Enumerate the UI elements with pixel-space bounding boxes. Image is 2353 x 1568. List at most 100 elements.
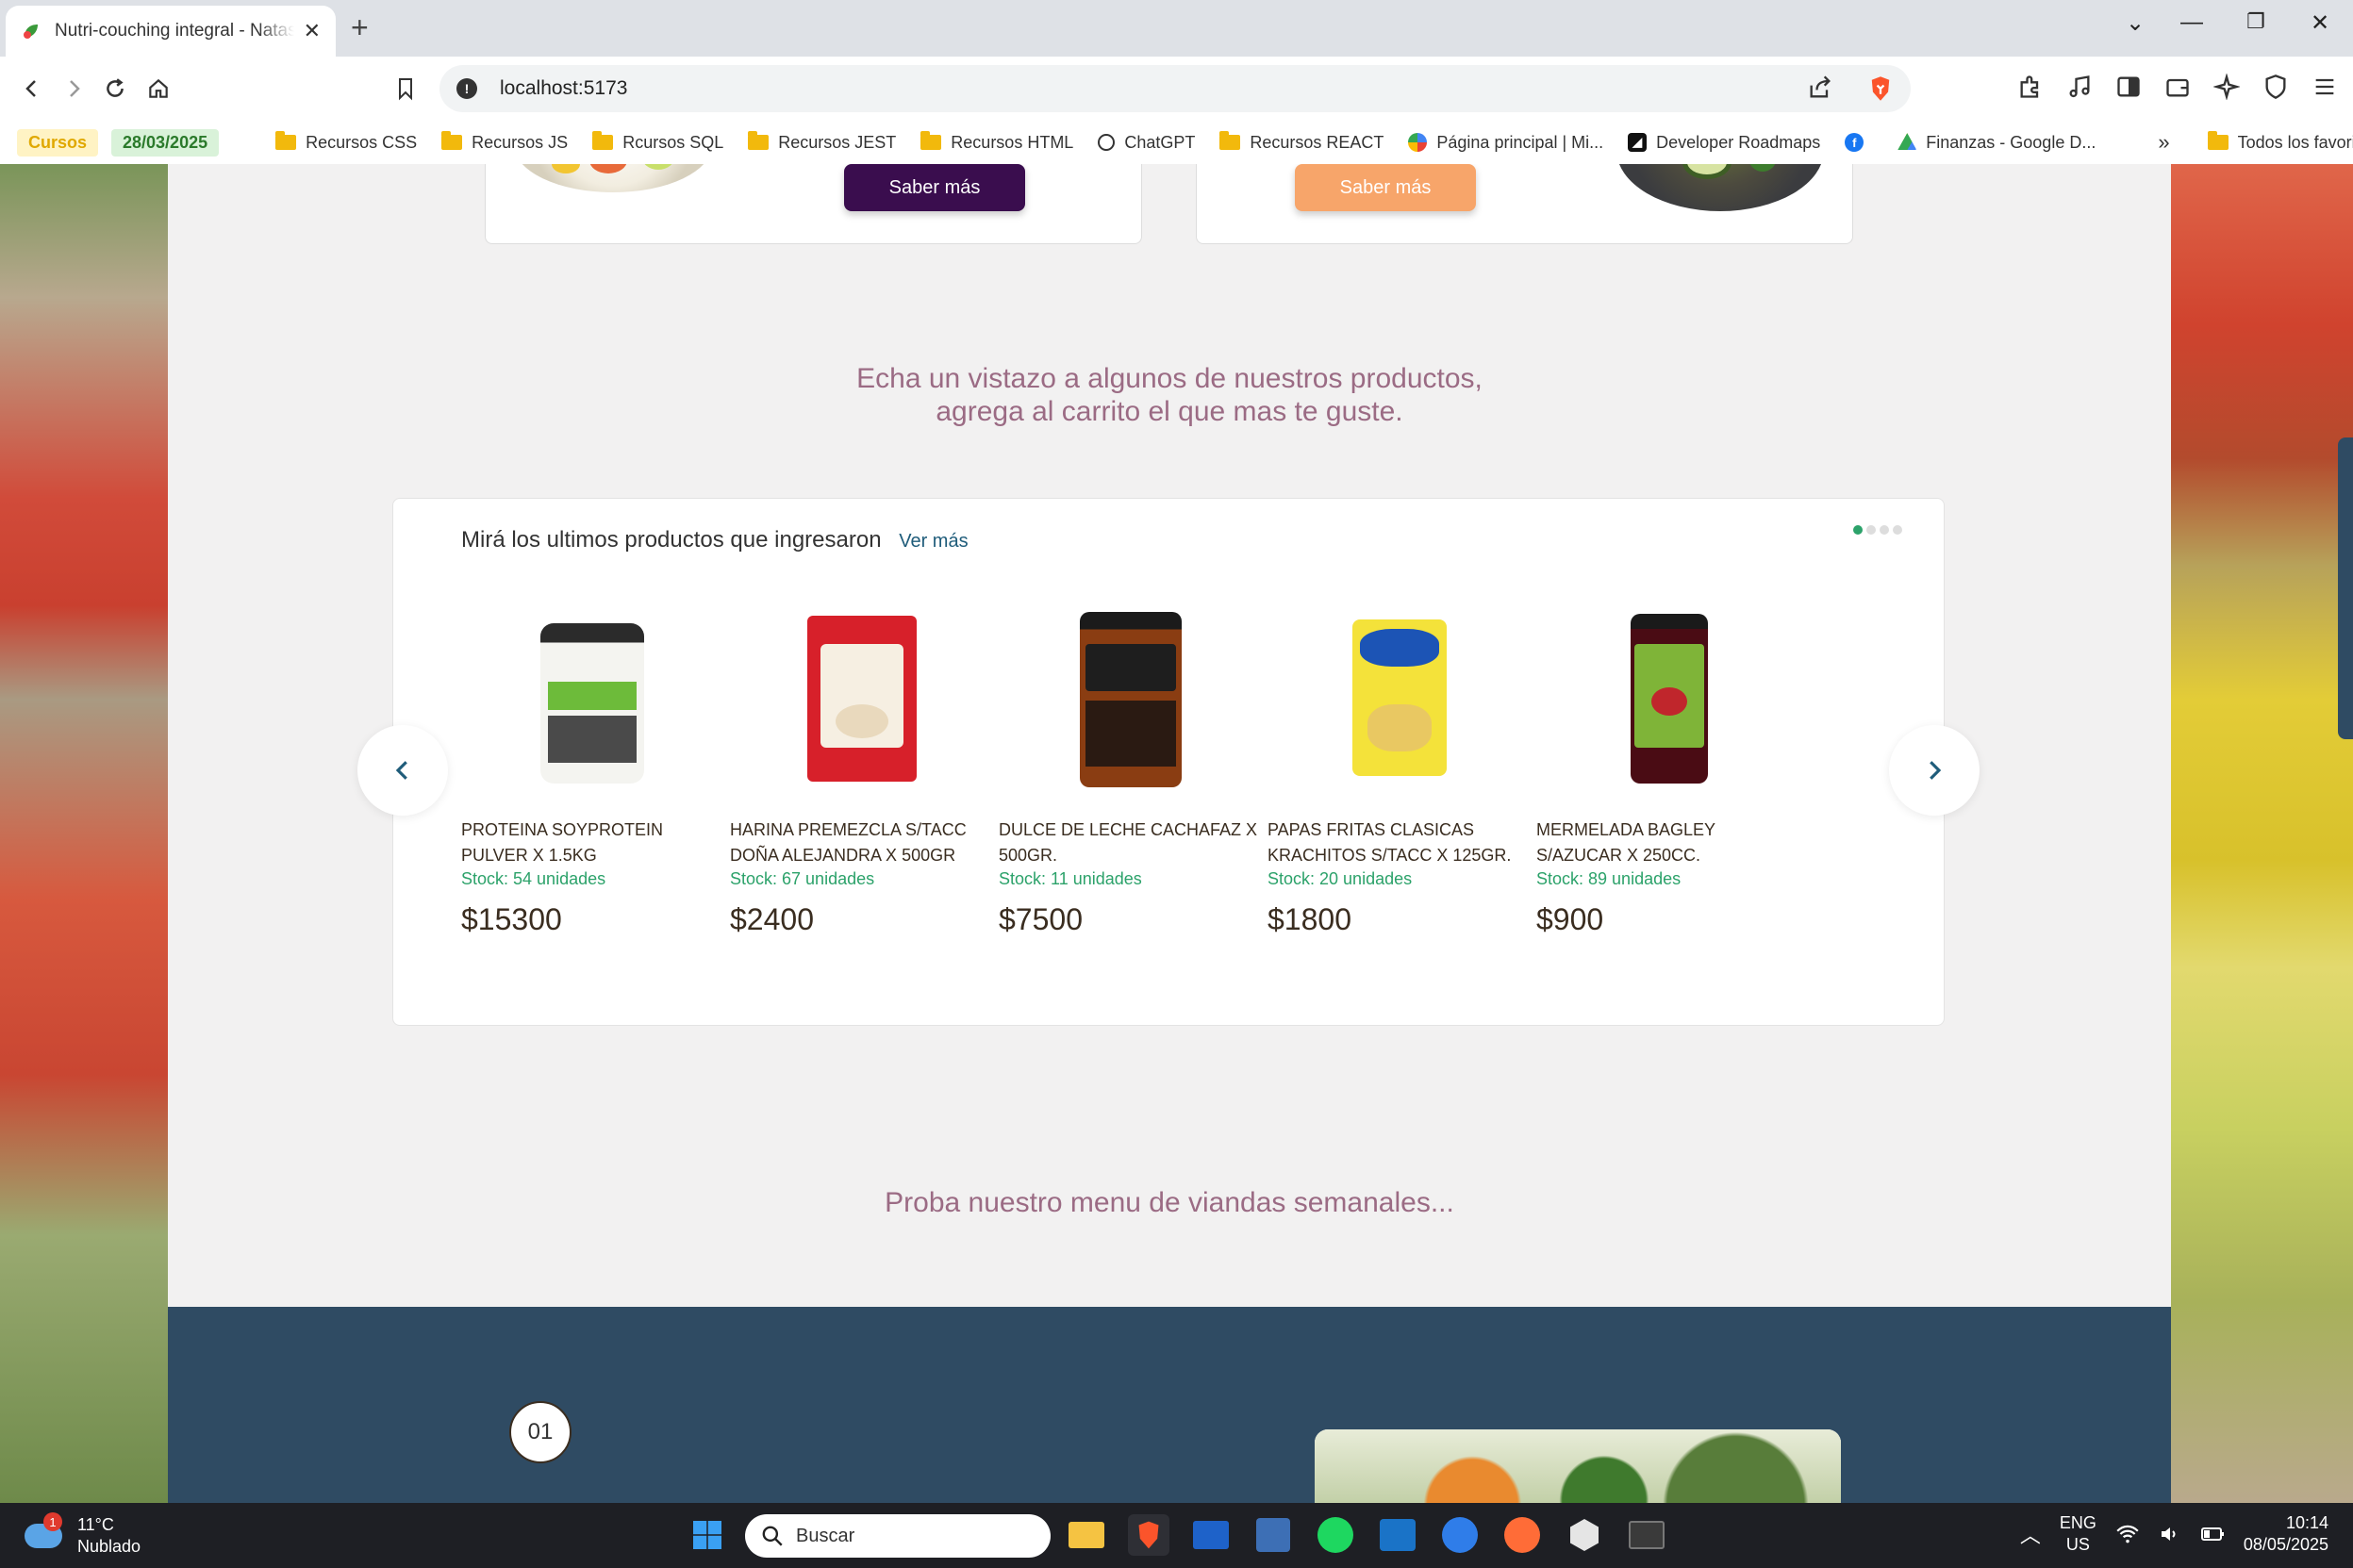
minimize-button[interactable]: — (2173, 9, 2211, 36)
reload-button[interactable] (96, 70, 134, 107)
scrollbar-thumb[interactable] (2338, 437, 2353, 739)
bookmark-page-button[interactable] (387, 70, 424, 107)
bookmark-recursos-sql[interactable]: Rcursos SQL (592, 131, 724, 153)
clock[interactable]: 10:14 08/05/2025 (2244, 1512, 2328, 1556)
product-card[interactable]: MERMELADA BAGLEY S/AZUCAR X 250CC. Stock… (1536, 606, 1805, 937)
weather-temperature: 11°C (77, 1515, 114, 1534)
bookmark-developer-roadmaps[interactable]: ◢ Developer Roadmaps (1628, 133, 1820, 153)
bookmark-chip-cursos[interactable]: Cursos (17, 128, 99, 157)
facebook-icon: f (1845, 133, 1864, 152)
brave-shield-icon[interactable] (1867, 74, 1894, 103)
saber-mas-button-left[interactable]: Saber más (844, 164, 1025, 211)
page-viewport: Saber más Saber más Echa un vistazo a al… (0, 164, 2353, 1503)
brave-browser-icon[interactable] (1128, 1514, 1169, 1556)
product-name: PAPAS FRITAS CLASICAS KRACHITOS S/TACC X… (1268, 820, 1512, 865)
restore-button[interactable]: ❐ (2237, 9, 2275, 34)
wallet-icon[interactable] (2162, 72, 2193, 102)
tab-search-chevron-icon[interactable]: ⌄ (2116, 9, 2154, 37)
site-info-icon[interactable]: ! (456, 78, 477, 99)
bookmark-label: Recursos REACT (1250, 132, 1384, 152)
share-icon[interactable] (1807, 74, 1833, 101)
menu-icon[interactable] (2310, 72, 2340, 102)
folder-icon (920, 131, 942, 150)
carousel-dot[interactable] (1866, 525, 1876, 535)
language-indicator[interactable]: ENG US (2060, 1512, 2096, 1556)
back-button[interactable] (13, 70, 51, 107)
sidebar-icon[interactable] (2113, 72, 2144, 102)
product-card[interactable]: PROTEINA SOYPROTEIN PULVER X 1.5KG Stock… (461, 606, 730, 937)
bookmark-recursos-html[interactable]: Recursos HTML (920, 131, 1073, 153)
bookmark-facebook[interactable]: f (1845, 133, 1873, 152)
url-text: localhost:5173 (500, 77, 628, 99)
bookmark-label: Todos los favoritos (2237, 132, 2353, 152)
wifi-icon[interactable] (2115, 1524, 2140, 1544)
folder-icon (275, 131, 297, 150)
system-tray: ︿ ENG US 10:14 08/05/2025 (2020, 1512, 2328, 1556)
battery-icon[interactable] (2200, 1525, 2225, 1543)
extensions-icon[interactable] (2015, 72, 2046, 102)
app-store-icon[interactable] (1439, 1514, 1481, 1556)
outlook-icon[interactable] (1377, 1514, 1418, 1556)
bookmark-recursos-react[interactable]: Recursos REACT (1219, 131, 1384, 153)
bookmark-chatgpt[interactable]: ChatGPT (1098, 133, 1195, 153)
product-price: $2400 (730, 902, 814, 936)
bookmarks-overflow-icon[interactable]: » (2158, 130, 2169, 155)
file-explorer-icon[interactable] (1066, 1514, 1107, 1556)
leo-ai-icon[interactable] (2212, 72, 2242, 102)
folder-icon (748, 131, 770, 150)
home-button[interactable] (140, 70, 177, 107)
product-name: HARINA PREMEZCLA S/TACC DOÑA ALEJANDRA X… (730, 820, 967, 865)
carousel-prev-button[interactable] (357, 725, 448, 816)
language-code: ENG (2059, 1513, 2096, 1532)
forward-button[interactable] (55, 70, 92, 107)
carousel-dot[interactable] (1853, 525, 1863, 535)
saber-mas-button-right[interactable]: Saber más (1295, 164, 1476, 211)
carousel-dot[interactable] (1893, 525, 1902, 535)
arrow-right-icon (70, 80, 80, 97)
clock-time: 10:14 (2285, 1513, 2328, 1532)
carousel-dot[interactable] (1880, 525, 1889, 535)
folder-icon (592, 131, 614, 150)
bookmark-recursos-css[interactable]: Recursos CSS (275, 131, 417, 153)
ver-mas-link[interactable]: Ver más (899, 531, 968, 552)
bookmark-finanzas[interactable]: Finanzas - Google D... (1897, 133, 2096, 153)
taskbar-search[interactable]: Buscar (745, 1514, 1051, 1558)
address-bar[interactable]: ! localhost:5173 (439, 65, 1911, 112)
vianda-image-card[interactable] (1315, 1429, 1841, 1503)
new-tab-button[interactable]: + (351, 11, 369, 43)
vscode-icon[interactable] (1252, 1514, 1294, 1556)
carousel-pagination (1853, 525, 1902, 535)
media-icon[interactable] (2064, 72, 2095, 102)
terminal-icon[interactable] (1626, 1514, 1667, 1556)
postman-icon[interactable] (1501, 1514, 1543, 1556)
close-window-button[interactable]: ✕ (2301, 9, 2339, 37)
bookmark-label: Rcursos SQL (622, 132, 724, 152)
windows-start-icon[interactable] (687, 1514, 728, 1556)
app-cube-icon[interactable] (1564, 1514, 1605, 1556)
bookmark-todos-los-favoritos[interactable]: Todos los favoritos (2207, 131, 2353, 153)
product-name: DULCE DE LECHE CACHAFAZ X 500GR. (999, 820, 1258, 865)
search-icon (762, 1526, 783, 1546)
product-card[interactable]: PAPAS FRITAS CLASICAS KRACHITOS S/TACC X… (1268, 606, 1536, 937)
volume-icon[interactable] (2159, 1524, 2181, 1544)
chevron-up-icon[interactable]: ︿ (2020, 1519, 2041, 1549)
product-card[interactable]: HARINA PREMEZCLA S/TACC DOÑA ALEJANDRA X… (730, 606, 999, 937)
vpn-shield-icon[interactable] (2261, 72, 2291, 102)
carousel-next-button[interactable] (1889, 725, 1980, 816)
browser-tab[interactable]: Nutri-couching integral - Natas ✕ (6, 6, 336, 57)
tab-close-icon[interactable]: ✕ (304, 19, 321, 43)
reload-icon (107, 78, 124, 97)
bookmark-recursos-jest[interactable]: Recursos JEST (748, 131, 896, 153)
bookmark-pagina-principal[interactable]: Página principal | Mi... (1408, 133, 1603, 153)
product-card[interactable]: DULCE DE LECHE CACHAFAZ X 500GR. Stock: … (999, 606, 1268, 937)
weather-widget[interactable]: 1 11°C Nublado (25, 1512, 141, 1558)
products-heading: Echa un vistazo a algunos de nuestros pr… (168, 362, 2171, 428)
spotify-icon[interactable] (1315, 1514, 1356, 1556)
products-heading-line1: Echa un vistazo a algunos de nuestros pr… (856, 363, 1483, 394)
bookmark-recursos-js[interactable]: Recursos JS (441, 131, 568, 153)
bookmark-chip-date[interactable]: 28/03/2025 (111, 128, 220, 157)
mail-app-icon[interactable] (1190, 1514, 1232, 1556)
vianda-food-image (1315, 1429, 1841, 1503)
product-price: $1800 (1268, 902, 1351, 936)
product-stock: Stock: 20 unidades (1268, 869, 1413, 888)
